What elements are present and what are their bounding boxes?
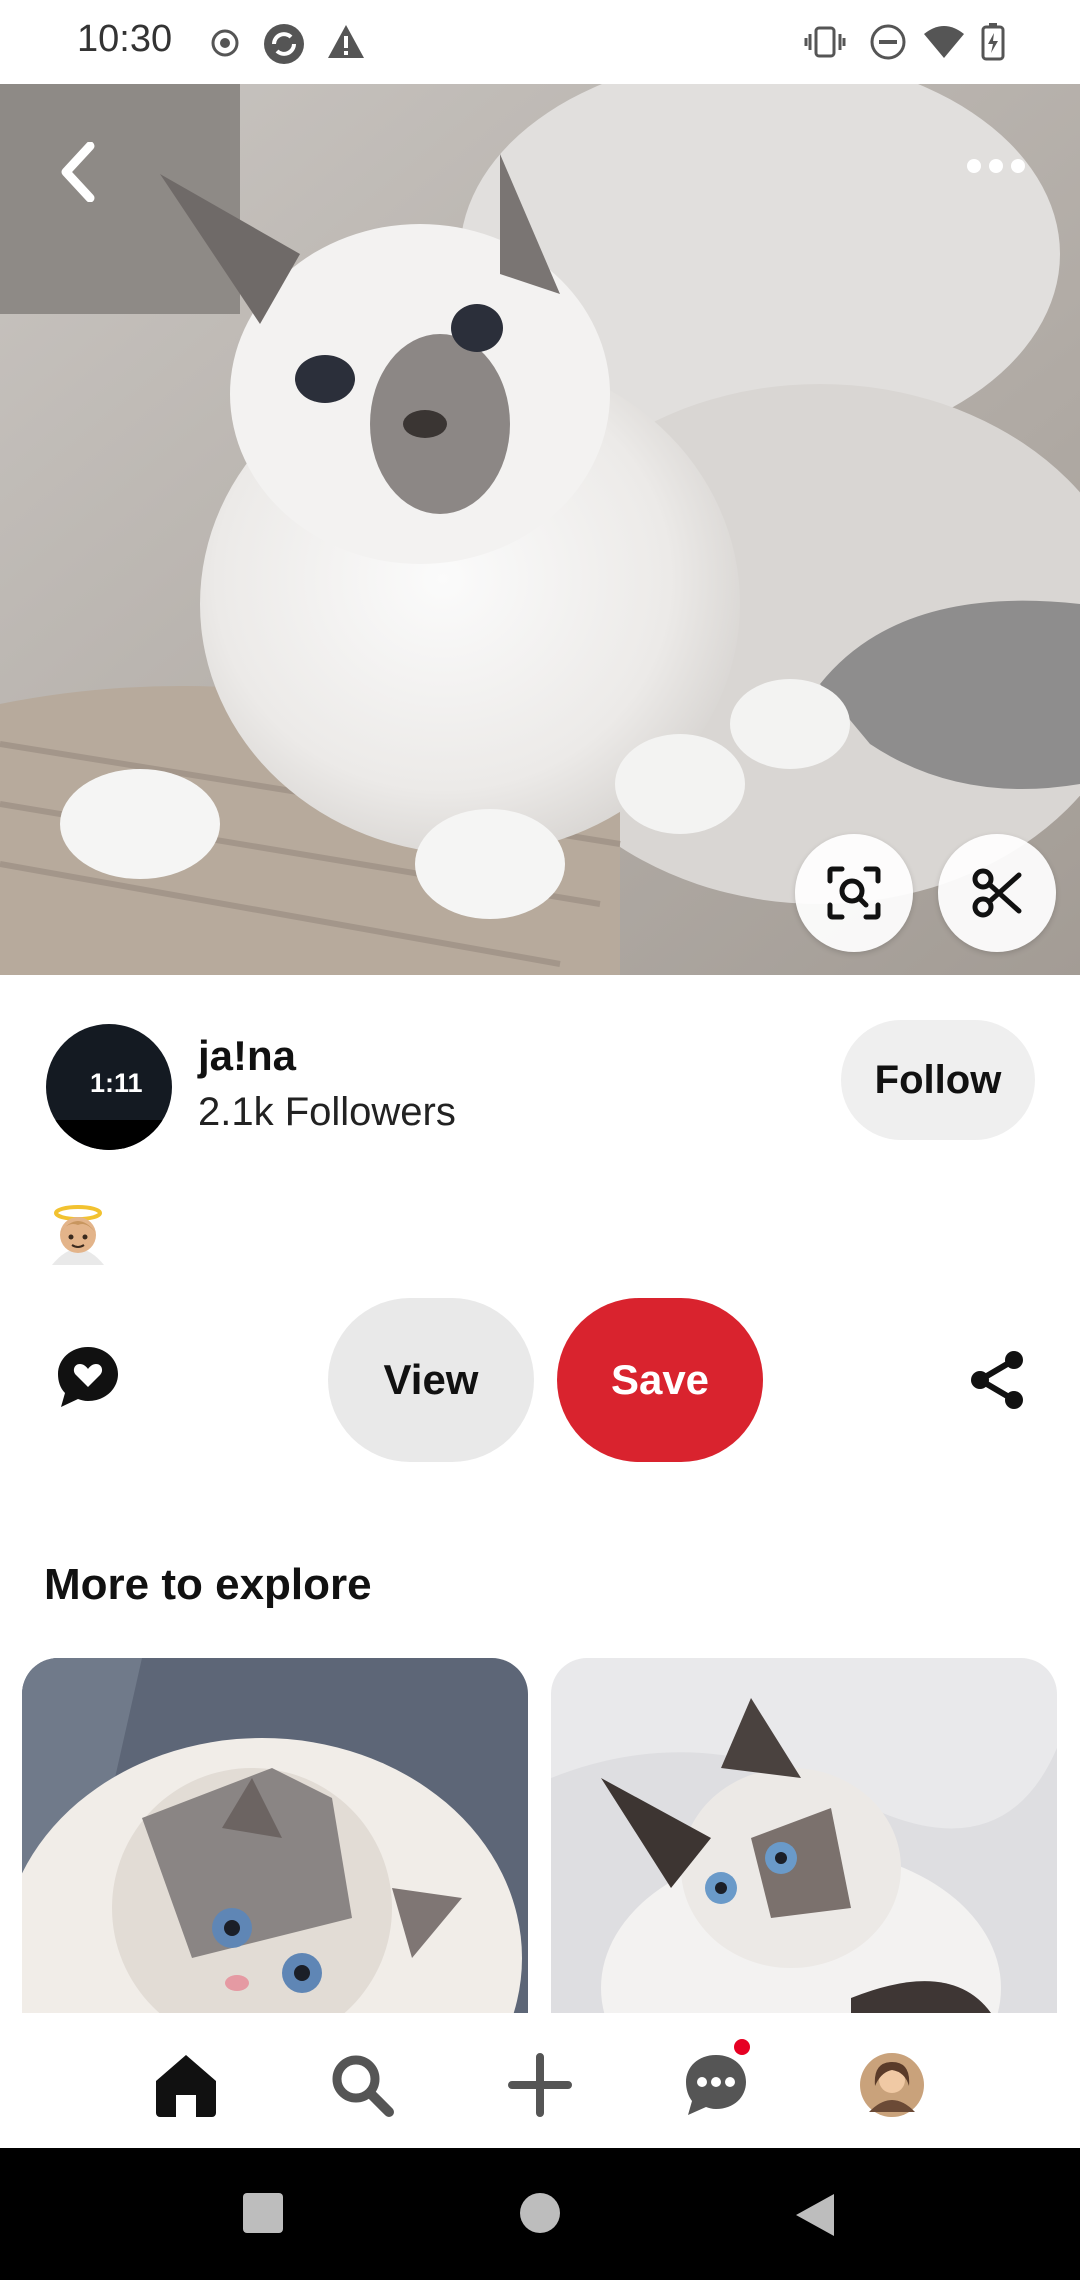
chevron-left-icon [61, 142, 95, 202]
vibrate-icon [804, 26, 846, 58]
recents-icon[interactable] [242, 2192, 284, 2234]
more-to-explore-title: More to explore [44, 1560, 372, 1609]
nav-search[interactable] [322, 2045, 402, 2125]
status-time: 10:30 [77, 18, 173, 60]
lens-search-icon [827, 866, 881, 920]
home-system-icon[interactable] [519, 2192, 561, 2234]
visual-search-button[interactable] [795, 834, 913, 952]
more-dots-icon [967, 159, 1025, 173]
kitten-photo [0, 84, 1080, 975]
explore-grid [0, 1658, 1080, 2013]
nav-messages[interactable] [676, 2039, 756, 2125]
comment-heart-icon [58, 1347, 118, 1407]
save-button[interactable]: Save [557, 1298, 763, 1462]
status-bar: 10:30 [0, 0, 1080, 84]
pin-description-emoji [46, 1203, 110, 1267]
view-button[interactable]: View [328, 1298, 534, 1462]
author-row: 1:11 ja!na 2.1k Followers Follow [0, 1020, 1080, 1150]
share-button[interactable] [968, 1350, 1026, 1415]
back-button[interactable] [48, 142, 108, 202]
avatar-time-text: 1:11 [90, 1068, 143, 1098]
explore-pin-image [551, 1658, 1057, 2013]
system-nav-bar [0, 2148, 1080, 2280]
wifi-icon [924, 26, 964, 58]
bottom-nav [0, 2013, 1080, 2148]
warning-icon [328, 25, 364, 58]
share-icon [971, 1351, 1023, 1409]
nav-home[interactable] [146, 2045, 226, 2125]
search-icon [332, 2055, 394, 2117]
messages-badge [734, 2039, 750, 2055]
scissors-icon [972, 868, 1022, 918]
battery-icon [981, 23, 1005, 61]
profile-avatar-icon [860, 2053, 924, 2117]
cutout-button[interactable] [938, 834, 1056, 952]
author-name[interactable]: ja!na [198, 1032, 296, 1080]
do-not-disturb-icon [870, 24, 906, 60]
follow-button[interactable]: Follow [841, 1020, 1035, 1140]
explore-pin-card[interactable] [551, 1658, 1057, 2013]
add-icon [508, 2053, 572, 2117]
nav-profile[interactable] [852, 2045, 932, 2125]
home-icon [156, 2055, 216, 2117]
sync-app-icon [264, 24, 304, 64]
author-avatar[interactable]: 1:11 [46, 1024, 172, 1150]
more-options-button[interactable] [960, 144, 1032, 188]
pin-image[interactable] [0, 84, 1080, 975]
back-system-icon[interactable] [794, 2192, 836, 2238]
explore-pin-image [22, 1658, 528, 2013]
angel-emoji-icon [52, 1205, 104, 1265]
explore-pin-card[interactable] [22, 1658, 528, 2013]
record-icon [211, 29, 239, 57]
comment-button[interactable] [55, 1344, 121, 1415]
nav-create[interactable] [500, 2045, 580, 2125]
author-followers: 2.1k Followers [198, 1090, 456, 1134]
pin-actions: View Save [0, 1298, 1080, 1462]
messages-icon [686, 2055, 746, 2115]
